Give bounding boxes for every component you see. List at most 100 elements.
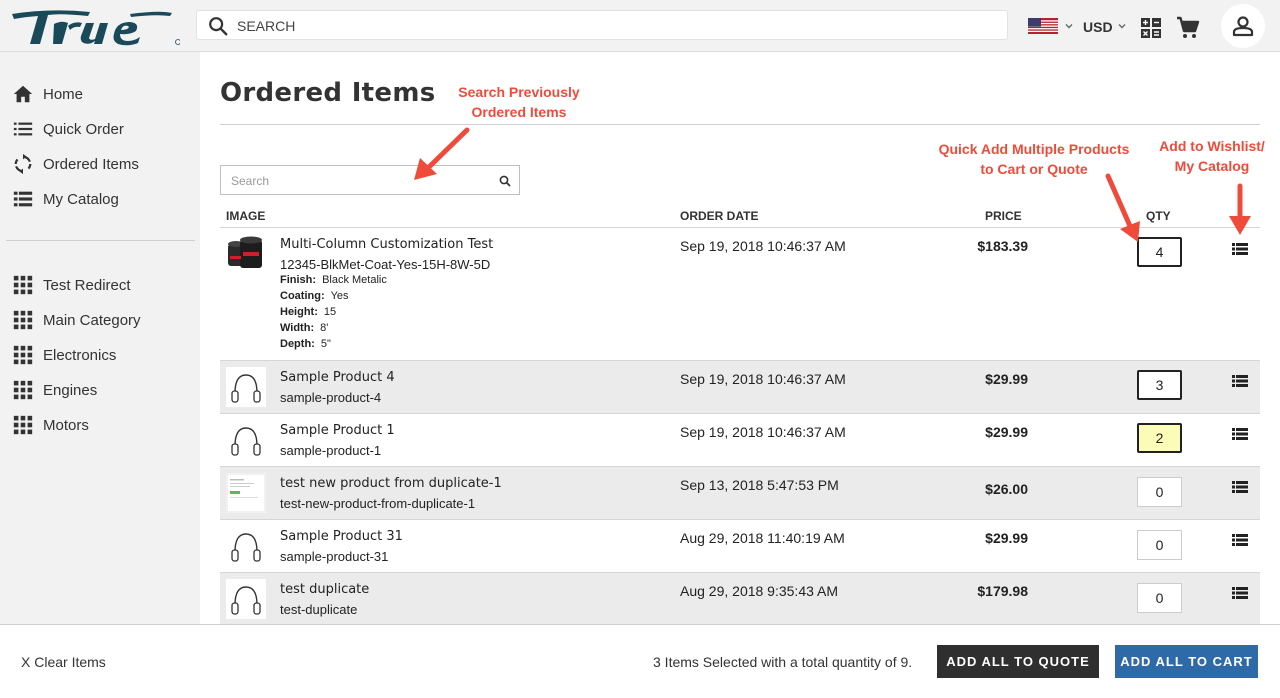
cart-icon[interactable] <box>1176 16 1200 40</box>
user-icon <box>1232 16 1254 37</box>
attribute-label: Depth: <box>280 338 315 350</box>
product-name[interactable]: test duplicate <box>280 582 369 597</box>
annotation-wishlist-callout: Add to Wishlist/ My Catalog <box>1153 136 1271 176</box>
annotation-line: My Catalog <box>1174 158 1250 174</box>
chevron-down-icon[interactable] <box>1064 21 1074 31</box>
order-date: Sep 19, 2018 10:46:37 AM <box>680 371 846 387</box>
quantity-input[interactable] <box>1137 370 1182 400</box>
annotation-line: Add to Wishlist/ <box>1159 138 1265 154</box>
add-to-wishlist-icon[interactable] <box>1232 374 1248 388</box>
add-all-to-cart-button[interactable]: ADD ALL TO CART <box>1115 645 1258 678</box>
selection-summary: 3 Items Selected with a total quantity o… <box>653 654 913 670</box>
sidebar-item-test-redirect[interactable]: Test Redirect <box>12 273 131 297</box>
product-thumbnail[interactable] <box>226 234 266 274</box>
product-name[interactable]: Sample Product 1 <box>280 423 395 438</box>
sidebar-item-my-catalog[interactable]: My Catalog <box>12 187 119 211</box>
attribute-label: Height: <box>280 306 318 318</box>
column-header-price: PRICE <box>985 209 1022 223</box>
price: $26.00 <box>985 481 1028 497</box>
quantity-input[interactable] <box>1137 530 1182 560</box>
annotation-search-callout: Search Previously Ordered Items <box>440 82 598 122</box>
price: $29.99 <box>985 530 1028 546</box>
product-thumbnail[interactable] <box>226 367 266 407</box>
grid-icon <box>13 380 33 400</box>
product-thumbnail[interactable] <box>226 420 266 460</box>
sidebar-item-main-category[interactable]: Main Category <box>12 308 141 332</box>
home-icon <box>13 85 33 103</box>
product-name[interactable]: Sample Product 4 <box>280 370 395 385</box>
table-row: test duplicate test-duplicate Aug 29, 20… <box>220 573 1260 624</box>
attribute-value: Yes <box>330 290 349 302</box>
attribute-label: Coating: <box>280 290 325 302</box>
sidebar-item-electronics[interactable]: Electronics <box>12 343 116 367</box>
annotation-line: to Cart or Quote <box>980 161 1088 177</box>
sidebar-item-engines[interactable]: Engines <box>12 378 97 402</box>
price: $183.39 <box>977 238 1028 254</box>
sidebar-item-ordered-items[interactable]: Ordered Items <box>12 152 139 176</box>
page-title: Ordered Items <box>220 78 436 108</box>
sidebar-divider <box>6 240 195 241</box>
column-header-qty: QTY <box>1146 209 1171 223</box>
grid-icon <box>13 310 33 330</box>
price: $29.99 <box>985 424 1028 440</box>
add-to-wishlist-icon[interactable] <box>1232 480 1248 494</box>
attribute-value: 15 <box>323 306 337 318</box>
product-name[interactable]: Sample Product 31 <box>280 529 403 544</box>
clear-items-button[interactable]: X Clear Items <box>21 654 106 670</box>
sidebar-item-label: Main Category <box>43 311 141 329</box>
sidebar-item-label: Ordered Items <box>43 155 139 173</box>
attribute-value: 5" <box>320 338 331 350</box>
annotation-line: Ordered Items <box>471 104 567 120</box>
sidebar-item-home[interactable]: Home <box>12 82 83 106</box>
us-flag-icon[interactable] <box>1028 18 1058 34</box>
product-sku: sample-product-4 <box>280 390 382 405</box>
global-search-bar[interactable] <box>196 10 1008 40</box>
sidebar: Home Quick Order Ordered Items My Catalo… <box>0 52 200 624</box>
search-icon[interactable] <box>499 175 511 187</box>
global-search-input[interactable] <box>237 15 937 37</box>
list-icon <box>13 122 33 136</box>
grid-icon <box>13 415 33 435</box>
annotation-line: Quick Add Multiple Products <box>938 141 1130 157</box>
quantity-input[interactable] <box>1137 423 1182 453</box>
table-row: Sample Product 4 sample-product-4 Sep 19… <box>220 361 1260 414</box>
top-header: USD <box>0 0 1280 52</box>
sidebar-item-label: Electronics <box>43 346 117 364</box>
add-to-wishlist-icon[interactable] <box>1232 242 1248 256</box>
quick-order-calculator-icon[interactable] <box>1139 16 1163 40</box>
add-all-to-quote-button[interactable]: ADD ALL TO QUOTE <box>937 645 1099 678</box>
order-date: Sep 19, 2018 10:46:37 AM <box>680 238 846 254</box>
product-name[interactable]: test new product from duplicate-1 <box>280 476 502 491</box>
product-attributes: Finish: Black Metalic Coating: Yes Height:… <box>280 274 387 354</box>
sidebar-item-quick-order[interactable]: Quick Order <box>12 117 124 141</box>
add-to-wishlist-icon[interactable] <box>1232 533 1248 547</box>
chevron-down-icon[interactable] <box>1117 21 1127 31</box>
product-name[interactable]: Multi-Column Customization Test <box>280 237 493 252</box>
product-sku: sample-product-31 <box>280 549 389 564</box>
account-button[interactable] <box>1221 4 1265 48</box>
ordered-items-search-input[interactable] <box>231 171 491 191</box>
sidebar-item-label: My Catalog <box>43 190 119 208</box>
search-icon <box>209 17 228 36</box>
product-thumbnail[interactable] <box>226 579 266 619</box>
sidebar-item-motors[interactable]: Motors <box>12 413 89 437</box>
product-thumbnail[interactable] <box>226 473 266 513</box>
catalog-icon <box>13 191 33 207</box>
column-header-image: IMAGE <box>226 209 266 223</box>
add-to-wishlist-icon[interactable] <box>1232 586 1248 600</box>
true-logo[interactable] <box>10 4 180 48</box>
currency-selector[interactable]: USD <box>1083 19 1113 35</box>
order-date: Aug 29, 2018 9:35:43 AM <box>680 583 839 599</box>
add-to-wishlist-icon[interactable] <box>1232 427 1248 441</box>
quantity-input[interactable] <box>1137 583 1182 613</box>
product-thumbnail[interactable] <box>226 526 266 566</box>
product-sku: test-duplicate <box>280 602 358 617</box>
sidebar-item-label: Test Redirect <box>43 276 131 294</box>
selection-footer: X Clear Items 3 Items Selected with a to… <box>0 624 1280 698</box>
price: $179.98 <box>977 583 1028 599</box>
table-row: Sample Product 1 sample-product-1 Sep 19… <box>220 414 1260 467</box>
quantity-input[interactable] <box>1137 237 1182 267</box>
ordered-items-search[interactable] <box>220 165 520 195</box>
quantity-input[interactable] <box>1137 477 1182 507</box>
price: $29.99 <box>985 371 1028 387</box>
